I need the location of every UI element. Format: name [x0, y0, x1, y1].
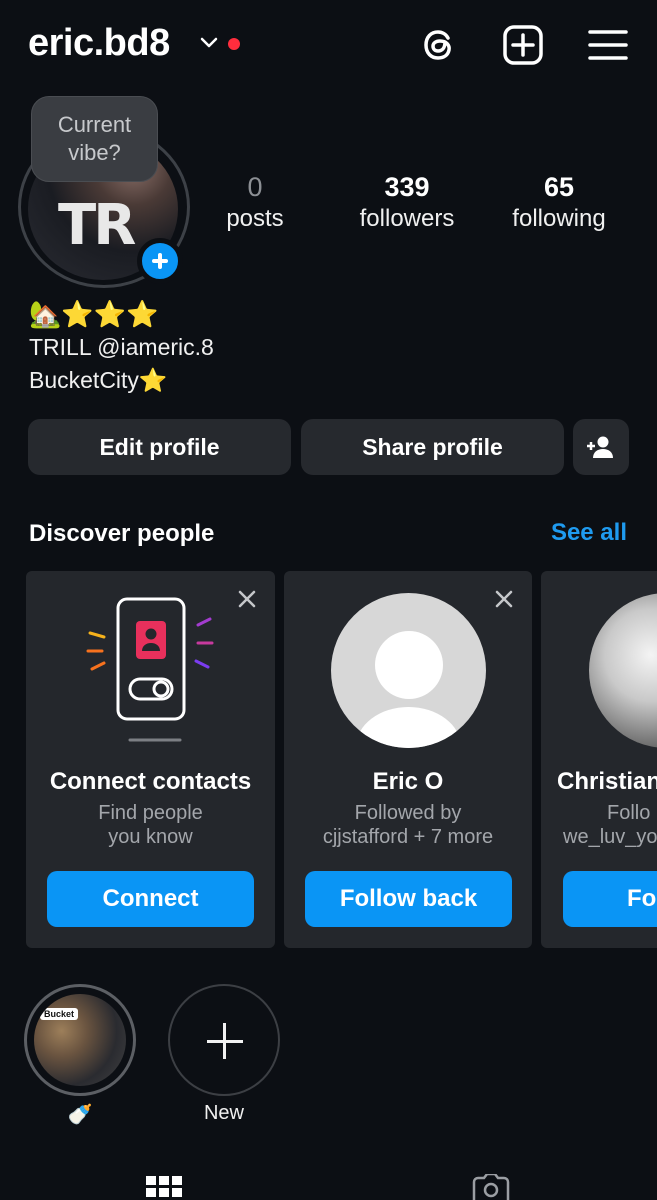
card-subtitle-line: Find people [98, 802, 203, 824]
grid-tab-icon[interactable] [146, 1176, 182, 1200]
note-bubble[interactable]: Current vibe? [31, 96, 158, 182]
highlight-label: 🍼 [67, 1104, 93, 1126]
stat-value: 339 [384, 172, 430, 202]
bio-line: 🏡⭐⭐⭐ [29, 299, 159, 329]
discover-people-button[interactable] [573, 419, 629, 475]
add-story-plus-icon[interactable] [137, 238, 183, 284]
card-title: Connect contacts [49, 768, 252, 795]
add-person-icon [587, 436, 613, 458]
discover-people-title: Discover people [29, 520, 215, 547]
follow-back-button[interactable]: Follow back [305, 871, 512, 927]
stat-value: 65 [543, 172, 575, 202]
story-highlight[interactable]: Bucket [24, 984, 136, 1096]
menu-icon[interactable] [587, 24, 629, 66]
create-plus-icon[interactable] [502, 24, 544, 66]
connect-button[interactable]: Connect [47, 871, 254, 927]
highlight-cover: Bucket [34, 994, 126, 1086]
stat-following[interactable]: 65 following [505, 170, 613, 234]
suggestion-card-user[interactable]: Christian Follo we_luv_yo Fo [541, 571, 657, 948]
card-subtitle: Find people you know [26, 801, 275, 849]
stat-posts[interactable]: 0 posts [222, 170, 288, 234]
card-subtitle-line: we_luv_yo [563, 826, 657, 848]
card-subtitle: Followed by cjjstafford + 7 more [284, 801, 532, 849]
card-subtitle-line: cjjstafford + 7 more [322, 826, 494, 848]
stat-label: following [512, 205, 606, 232]
notification-dot [228, 38, 240, 50]
see-all-link[interactable]: See all [551, 519, 627, 547]
edit-profile-button[interactable]: Edit profile [28, 419, 291, 475]
stat-label: posts [226, 205, 284, 232]
chevron-down-icon[interactable] [200, 36, 218, 50]
card-title[interactable]: Eric O [284, 768, 532, 796]
suggestion-card-user[interactable]: Eric O Followed by cjjstafford + 7 more … [284, 571, 532, 948]
user-avatar[interactable] [589, 593, 657, 748]
close-icon[interactable] [237, 589, 257, 609]
highlight-label: New [203, 1102, 244, 1124]
card-subtitle-line: Follo [607, 802, 651, 824]
threads-icon[interactable] [418, 24, 460, 66]
bio-line: TRILL @iameric.8 [29, 334, 214, 360]
tagged-tab-icon[interactable] [472, 1174, 510, 1200]
suggestion-card-connect-contacts[interactable]: Connect contacts Find people you know Co… [26, 571, 275, 948]
close-icon[interactable] [494, 589, 514, 609]
share-profile-button[interactable]: Share profile [301, 419, 564, 475]
profile-bio: 🏡⭐⭐⭐ TRILL @iameric.8 BucketCity⭐ [29, 298, 214, 397]
card-title[interactable]: Christian [557, 768, 657, 796]
account-username[interactable]: eric.bd8 [28, 22, 170, 65]
contacts-phone-icon [86, 597, 214, 742]
bio-line: BucketCity⭐ [29, 367, 168, 393]
default-avatar[interactable] [331, 593, 486, 748]
follow-button[interactable]: Fo [563, 871, 657, 927]
stat-label: followers [359, 205, 455, 232]
card-subtitle-line: you know [108, 826, 193, 848]
stat-value: 0 [247, 172, 263, 202]
profile-header: eric.bd8 [0, 0, 657, 92]
new-highlight-button[interactable] [168, 984, 280, 1096]
highlight-cover-tag: Bucket [40, 1008, 79, 1020]
card-subtitle: Follo we_luv_yo [563, 801, 657, 849]
stat-followers[interactable]: 339 followers [352, 170, 462, 234]
card-subtitle-line: Followed by [354, 802, 462, 824]
